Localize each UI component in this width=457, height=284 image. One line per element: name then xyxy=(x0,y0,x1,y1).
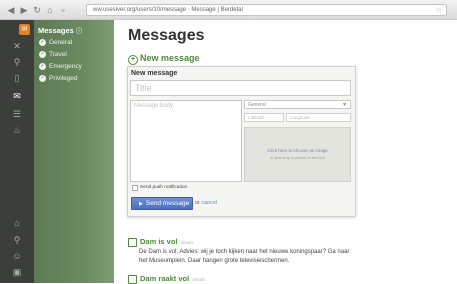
inbox-icon[interactable]: ✉ xyxy=(0,88,34,104)
lock-icon[interactable]: ▣ xyxy=(0,264,34,280)
message-body: De Dam is vol. Advies: wij je toch kijke… xyxy=(139,249,350,264)
sidebar-item-emergency[interactable]: ✓ Emergency xyxy=(39,62,82,72)
sidebar-item-privileged[interactable]: ✓ Privileged xyxy=(39,74,78,84)
message-title-text: Dam is vol xyxy=(140,237,178,246)
select-value: General xyxy=(248,102,266,108)
message-meta[interactable]: details xyxy=(181,240,194,245)
address-bar[interactable]: ww.usesiver.org/users/10/message · Messa… xyxy=(86,4,447,16)
home-icon[interactable]: ⌂ xyxy=(45,5,55,15)
page-icon: ▫ xyxy=(61,5,65,15)
chevron-down-icon: ▼ xyxy=(342,102,347,108)
push-notification-label: Send push notification xyxy=(140,185,188,190)
sidebar-item-label: Travel xyxy=(49,51,67,58)
list-icon[interactable]: ☰ xyxy=(0,106,34,122)
phone-icon[interactable]: ▯ xyxy=(0,70,34,86)
send-button-label: Send message xyxy=(145,200,190,207)
bookmark-star-icon[interactable]: ☆ xyxy=(436,5,442,15)
pin-icon[interactable]: ⚲ xyxy=(0,54,34,70)
new-message-link[interactable]: + New message xyxy=(128,53,200,65)
search-icon[interactable]: ⚲ xyxy=(0,232,34,248)
message-body-input[interactable]: Message body xyxy=(130,100,242,182)
push-notification-checkbox[interactable] xyxy=(132,185,138,191)
drop-zone-subtext: or just drop a picture in the box xyxy=(270,155,325,160)
info-icon: ⓘ xyxy=(75,29,82,35)
page-title: Messages xyxy=(128,27,205,44)
sidebar-title: Messages ⓘ xyxy=(38,26,82,35)
users-icon[interactable]: ☺ xyxy=(0,248,34,264)
new-message-label: New message xyxy=(140,53,200,63)
home-nav-icon[interactable]: ⌂ xyxy=(0,215,34,231)
check-icon: ✓ xyxy=(39,38,46,46)
latitude-input[interactable]: Latitude xyxy=(244,113,284,122)
form-heading: New message xyxy=(131,70,178,77)
message-icon xyxy=(128,237,137,247)
check-icon: ✓ xyxy=(39,62,46,70)
cancel-area: or cancel xyxy=(195,199,217,208)
send-message-button[interactable]: ▶ Send message xyxy=(131,197,193,210)
title-input[interactable]: Title xyxy=(130,80,351,96)
sidebar-item-label: Emergency xyxy=(49,63,82,70)
sidebar-item-label: Privileged xyxy=(49,75,78,82)
sidebar-item-travel[interactable]: ✓ Travel xyxy=(39,50,67,60)
plus-icon: + xyxy=(128,55,138,65)
drop-zone-text: Click here to choose an image xyxy=(267,148,328,153)
sidebar-item-label: General xyxy=(49,39,73,46)
message-title[interactable]: Dam raakt vol details xyxy=(128,274,205,284)
forward-arrow-icon[interactable]: ▶ xyxy=(19,5,29,15)
message-title[interactable]: Dam is vol details xyxy=(128,237,194,247)
message-title-text: Dam raakt vol xyxy=(140,274,190,283)
app-logo-icon[interactable]: ✉ xyxy=(19,24,30,35)
reload-icon[interactable]: ↻ xyxy=(32,5,42,15)
play-icon: ▶ xyxy=(139,201,143,207)
category-select[interactable]: General ▼ xyxy=(244,100,351,109)
url-text: ww.usesiver.org/users/10/message · Messa… xyxy=(93,7,243,13)
cancel-link[interactable]: cancel xyxy=(201,200,217,206)
back-arrow-icon[interactable]: ◀ xyxy=(6,5,16,15)
check-icon: ✓ xyxy=(39,74,46,82)
longitude-input[interactable]: Longitude xyxy=(286,113,351,122)
sidebar-item-general[interactable]: ✓ General xyxy=(39,38,72,48)
tools-icon[interactable]: ✕ xyxy=(0,38,34,54)
drop-icon[interactable]: ♨ xyxy=(0,122,34,138)
message-meta[interactable]: details xyxy=(192,277,205,282)
check-icon: ✓ xyxy=(39,50,46,58)
image-drop-zone[interactable]: Click here to choose an image or just dr… xyxy=(244,127,351,182)
or-text: or xyxy=(195,200,200,206)
message-icon xyxy=(128,274,137,284)
